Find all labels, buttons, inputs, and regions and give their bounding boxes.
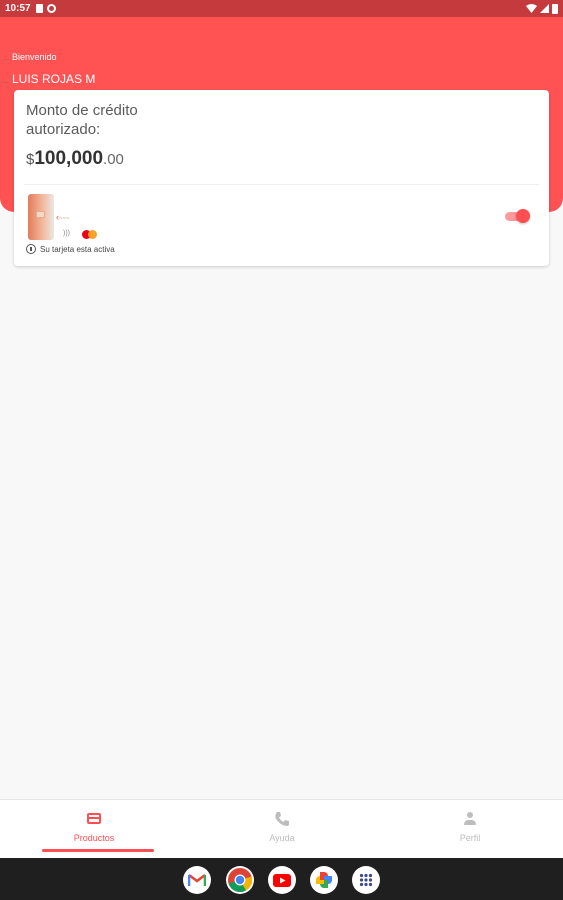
person-icon bbox=[462, 811, 478, 827]
welcome-label: Bienvenido bbox=[12, 52, 57, 62]
battery-icon bbox=[552, 3, 558, 14]
nav-products-label: Productos bbox=[73, 833, 115, 843]
contactless-icon: ))) bbox=[63, 230, 70, 237]
info-icon bbox=[26, 244, 36, 254]
amount-decimal: .00 bbox=[103, 151, 124, 168]
phone-icon bbox=[274, 811, 290, 827]
wifi-icon bbox=[526, 4, 537, 13]
sim-card-icon bbox=[35, 4, 43, 13]
nav-help[interactable]: Ayuda bbox=[188, 800, 376, 858]
nav-help-label: Ayuda bbox=[269, 833, 295, 843]
card-image[interactable]: ‹~~~ ))) bbox=[28, 194, 106, 240]
chip-icon bbox=[36, 211, 45, 218]
photos-icon[interactable] bbox=[310, 866, 338, 894]
gmail-icon[interactable] bbox=[183, 866, 211, 894]
status-time: 10:57 bbox=[5, 3, 31, 14]
signal-icon bbox=[540, 4, 549, 13]
toggle-thumb bbox=[516, 209, 530, 223]
chrome-icon[interactable] bbox=[226, 866, 254, 894]
mastercard-logo bbox=[82, 230, 98, 239]
status-bar: 10:57 bbox=[0, 0, 563, 17]
amount-integer: 100,000 bbox=[34, 148, 104, 169]
bottom-navigation: Productos Ayuda Perfil bbox=[0, 799, 563, 858]
card-active-toggle[interactable] bbox=[505, 209, 531, 224]
app-drawer-icon[interactable] bbox=[352, 866, 380, 894]
card-status-text: Su tarjeta esta activa bbox=[40, 244, 115, 254]
credit-title: Monto de crédito autorizado: bbox=[26, 102, 138, 138]
divider bbox=[24, 184, 539, 185]
notification-icon bbox=[46, 4, 56, 13]
nav-selected-indicator bbox=[42, 849, 154, 852]
credit-amount: $100,000.00 bbox=[26, 148, 124, 170]
credit-card-icon bbox=[86, 811, 102, 827]
card-status: Su tarjeta esta activa bbox=[26, 244, 115, 254]
youtube-icon[interactable] bbox=[268, 866, 296, 894]
system-taskbar bbox=[0, 858, 563, 900]
card-thumbnail bbox=[28, 194, 54, 240]
nav-profile[interactable]: Perfil bbox=[376, 800, 563, 858]
user-name: LUIS ROJAS M bbox=[12, 72, 96, 86]
credit-card-panel[interactable]: Monto de crédito autorizado: $100,000.00… bbox=[14, 90, 549, 266]
brand-logo: ‹~~~ bbox=[56, 212, 70, 222]
status-right bbox=[526, 3, 558, 14]
nav-profile-label: Perfil bbox=[459, 833, 481, 843]
